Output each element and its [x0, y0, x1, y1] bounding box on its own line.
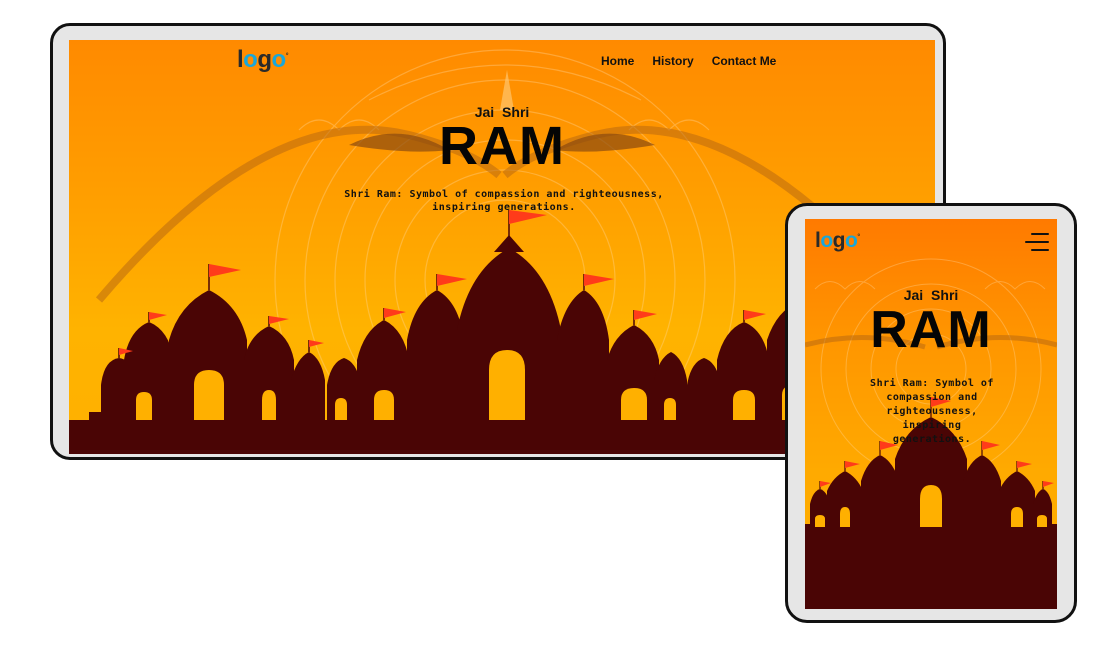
logo[interactable]: logo° [237, 46, 289, 74]
logo-letter: g [257, 46, 272, 73]
logo-letter: o [845, 229, 858, 252]
logo[interactable]: logo° [815, 229, 860, 253]
hamburger-menu-icon[interactable] [1025, 233, 1049, 257]
hero-title: RAM [870, 301, 992, 359]
logo-letter: g [832, 229, 846, 252]
logo-letter: o [820, 229, 833, 252]
nav-link-home[interactable]: Home [601, 54, 634, 68]
nav-link-contact[interactable]: Contact Me [712, 54, 777, 68]
logo-letter: o [271, 46, 287, 73]
mobile-screen: logo° Jai Shri RAM Shri Ram: Symbol of c… [805, 219, 1057, 609]
logo-mark: ° [857, 234, 860, 241]
hero-tagline: Shri Ram: Symbol of compassion and right… [344, 189, 664, 213]
hero-title: RAM [439, 116, 565, 176]
mobile-device-frame: logo° Jai Shri RAM Shri Ram: Symbol of c… [785, 203, 1077, 623]
main-nav: Home History Contact Me [601, 54, 776, 68]
logo-letter: o [243, 46, 258, 73]
hero-tagline: Shri Ram: Symbol of compassion and right… [870, 378, 994, 445]
logo-mark: ° [285, 53, 289, 60]
nav-link-history[interactable]: History [652, 54, 693, 68]
